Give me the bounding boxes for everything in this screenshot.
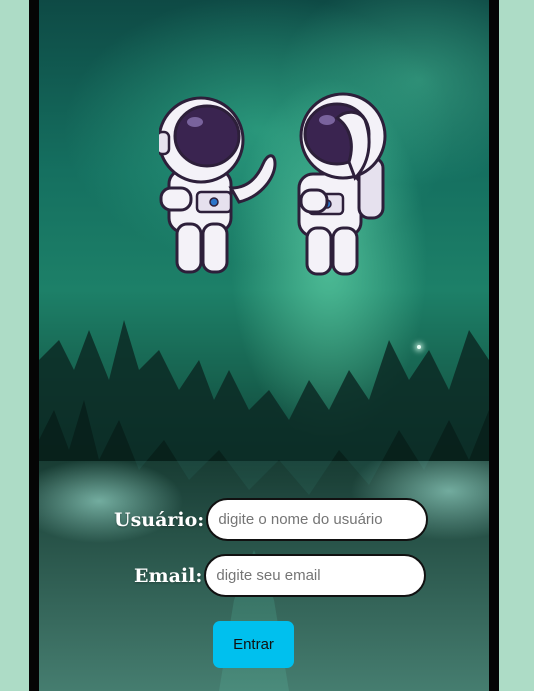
user-row: Usuário: bbox=[114, 498, 429, 541]
astronaut-left-icon bbox=[159, 96, 277, 274]
email-row: Email: bbox=[134, 554, 427, 597]
user-input[interactable] bbox=[206, 498, 429, 541]
submit-button[interactable]: Entrar bbox=[213, 621, 294, 668]
star-sparkle bbox=[417, 345, 421, 349]
astronaut-right-icon bbox=[297, 92, 387, 276]
email-label: Email: bbox=[134, 564, 203, 587]
astronauts-illustration bbox=[159, 92, 387, 276]
email-input[interactable] bbox=[204, 554, 427, 597]
user-label: Usuário: bbox=[114, 508, 205, 531]
